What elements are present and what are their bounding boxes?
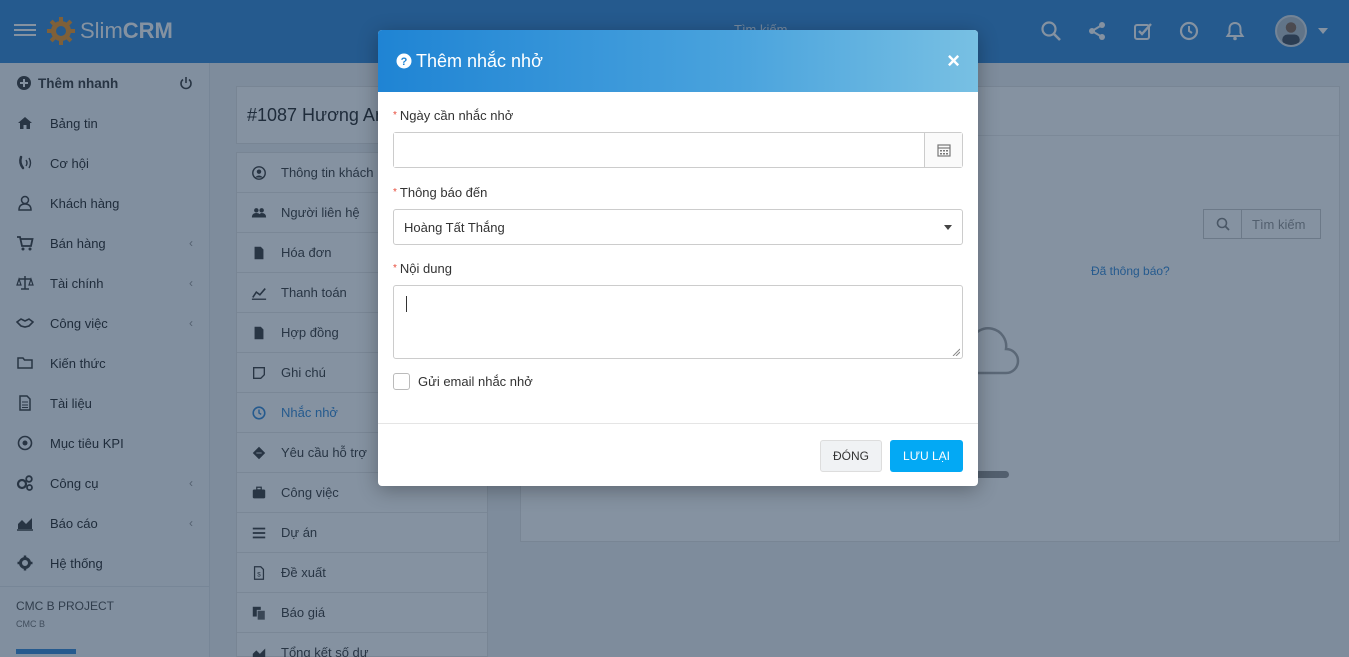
add-reminder-modal: ? Thêm nhắc nhở × * Ngày cần nhắc nhở * Th… [378,30,978,486]
required-marker: * [393,263,397,274]
notify-label: * Thông báo đến [393,185,488,200]
modal-title: Thêm nhắc nhở [416,50,543,71]
content-label: * Nội dung [393,261,452,276]
calendar-icon[interactable] [924,133,962,167]
notify-to-select[interactable]: Hoàng Tất Thắng [393,209,963,245]
notify-selected-value: Hoàng Tất Thắng [404,219,505,235]
modal-close-icon[interactable]: × [947,50,960,72]
reminder-date-input[interactable] [394,133,924,167]
date-field [393,132,963,168]
svg-text:?: ? [401,56,408,68]
required-marker: * [393,187,397,198]
chevron-down-icon [944,224,952,230]
close-button[interactable]: ĐÓNG [820,440,882,472]
send-email-label[interactable]: Gửi email nhắc nhở [418,374,533,389]
question-circle-icon: ? [396,53,412,69]
date-label: * Ngày cần nhắc nhở [393,108,514,123]
reminder-content-textarea[interactable] [393,285,963,359]
modal-body: * Ngày cần nhắc nhở * Thông báo đến Hoàng … [378,92,978,390]
send-email-row: Gửi email nhắc nhở [393,373,963,390]
required-marker: * [393,110,397,121]
modal-footer: ĐÓNG LƯU LẠI [378,423,978,486]
save-button[interactable]: LƯU LẠI [890,440,963,472]
text-cursor [406,296,407,312]
send-email-checkbox[interactable] [393,373,410,390]
modal-header: ? Thêm nhắc nhở × [378,30,978,92]
resize-grip-icon[interactable] [952,348,960,356]
